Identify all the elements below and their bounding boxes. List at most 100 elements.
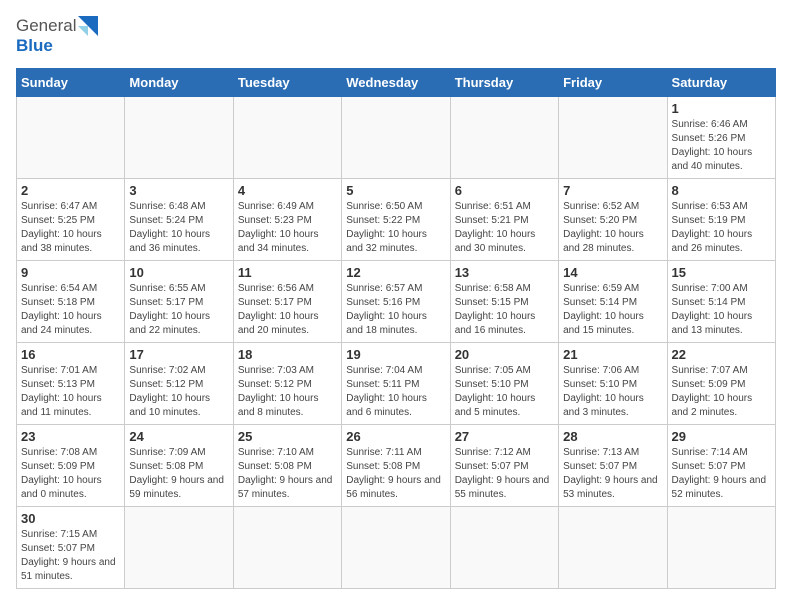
calendar-cell: 3 Sunrise: 6:48 AM Sunset: 5:24 PM Daylig… (125, 179, 233, 261)
cell-content: Sunrise: 7:04 AM Sunset: 5:11 PM Dayligh… (346, 364, 445, 420)
day-header-monday: Monday (125, 69, 233, 97)
calendar-cell: 2 Sunrise: 6:47 AM Sunset: 5:25 PM Daylig… (17, 179, 125, 261)
cell-content: Sunrise: 7:11 AM Sunset: 5:08 PM Dayligh… (346, 446, 445, 502)
day-number: 22 (672, 347, 771, 362)
calendar-cell (559, 97, 667, 179)
header: General Blue (16, 16, 776, 56)
calendar-cell: 26 Sunrise: 7:11 AM Sunset: 5:08 PM Dayli… (342, 425, 450, 507)
calendar-cell (450, 97, 558, 179)
week-row-2: 9 Sunrise: 6:54 AM Sunset: 5:18 PM Daylig… (17, 261, 776, 343)
cell-content: Sunrise: 6:59 AM Sunset: 5:14 PM Dayligh… (563, 282, 662, 338)
cell-content: Sunrise: 6:50 AM Sunset: 5:22 PM Dayligh… (346, 200, 445, 256)
calendar-cell: 22Sunrise: 7:07 AM Sunset: 5:09 PM Dayli… (667, 343, 775, 425)
calendar-cell: 13 Sunrise: 6:58 AM Sunset: 5:15 PM Dayli… (450, 261, 558, 343)
day-number: 4 (238, 183, 337, 198)
cell-content: Sunrise: 6:58 AM Sunset: 5:15 PM Dayligh… (455, 282, 554, 338)
calendar-cell (125, 507, 233, 589)
logo-general-text: General (16, 16, 76, 36)
calendar-cell: 27 Sunrise: 7:12 AM Sunset: 5:07 PM Dayli… (450, 425, 558, 507)
day-header-tuesday: Tuesday (233, 69, 341, 97)
calendar-cell: 18 Sunrise: 7:03 AM Sunset: 5:12 PM Dayli… (233, 343, 341, 425)
day-number: 2 (21, 183, 120, 198)
day-number: 12 (346, 265, 445, 280)
day-header-wednesday: Wednesday (342, 69, 450, 97)
calendar-cell: 19 Sunrise: 7:04 AM Sunset: 5:11 PM Dayli… (342, 343, 450, 425)
day-number: 19 (346, 347, 445, 362)
day-number: 9 (21, 265, 120, 280)
day-number: 23 (21, 429, 120, 444)
calendar-cell (559, 507, 667, 589)
calendar-cell: 1 Sunrise: 6:46 AM Sunset: 5:26 PM Daylig… (667, 97, 775, 179)
calendar-cell (450, 507, 558, 589)
day-number: 15 (672, 265, 771, 280)
day-number: 17 (129, 347, 228, 362)
cell-content: Sunrise: 7:06 AM Sunset: 5:10 PM Dayligh… (563, 364, 662, 420)
day-number: 10 (129, 265, 228, 280)
calendar-cell (17, 97, 125, 179)
day-number: 11 (238, 265, 337, 280)
day-number: 14 (563, 265, 662, 280)
day-number: 18 (238, 347, 337, 362)
day-header-sunday: Sunday (17, 69, 125, 97)
week-row-4: 23 Sunrise: 7:08 AM Sunset: 5:09 PM Dayli… (17, 425, 776, 507)
day-number: 20 (455, 347, 554, 362)
day-number: 21 (563, 347, 662, 362)
calendar-cell (667, 507, 775, 589)
cell-content: Sunrise: 6:55 AM Sunset: 5:17 PM Dayligh… (129, 282, 228, 338)
calendar-cell: 12 Sunrise: 6:57 AM Sunset: 5:16 PM Dayli… (342, 261, 450, 343)
day-header-thursday: Thursday (450, 69, 558, 97)
calendar-cell (233, 97, 341, 179)
logo-blue-text: Blue (16, 36, 53, 56)
day-number: 3 (129, 183, 228, 198)
page: General Blue SundayMondayTuesdayWednesda… (0, 0, 792, 605)
cell-content: Sunrise: 6:57 AM Sunset: 5:16 PM Dayligh… (346, 282, 445, 338)
logo-triangle-icon (78, 16, 98, 36)
calendar-cell: 14 Sunrise: 6:59 AM Sunset: 5:14 PM Dayli… (559, 261, 667, 343)
calendar-cell: 15 Sunrise: 7:00 AM Sunset: 5:14 PM Dayli… (667, 261, 775, 343)
calendar-cell: 5Sunrise: 6:50 AM Sunset: 5:22 PM Daylig… (342, 179, 450, 261)
calendar-cell (342, 507, 450, 589)
calendar-cell: 16Sunrise: 7:01 AM Sunset: 5:13 PM Dayli… (17, 343, 125, 425)
week-row-1: 2 Sunrise: 6:47 AM Sunset: 5:25 PM Daylig… (17, 179, 776, 261)
calendar-cell (342, 97, 450, 179)
cell-content: Sunrise: 7:00 AM Sunset: 5:14 PM Dayligh… (672, 282, 771, 338)
day-number: 28 (563, 429, 662, 444)
day-number: 13 (455, 265, 554, 280)
day-header-saturday: Saturday (667, 69, 775, 97)
calendar-cell: 20 Sunrise: 7:05 AM Sunset: 5:10 PM Dayli… (450, 343, 558, 425)
cell-content: Sunrise: 7:05 AM Sunset: 5:10 PM Dayligh… (455, 364, 554, 420)
day-number: 26 (346, 429, 445, 444)
week-row-5: 30Sunrise: 7:15 AM Sunset: 5:07 PM Dayli… (17, 507, 776, 589)
calendar-cell: 25 Sunrise: 7:10 AM Sunset: 5:08 PM Dayli… (233, 425, 341, 507)
calendar-cell: 23 Sunrise: 7:08 AM Sunset: 5:09 PM Dayli… (17, 425, 125, 507)
cell-content: Sunrise: 7:08 AM Sunset: 5:09 PM Dayligh… (21, 446, 120, 502)
day-number: 27 (455, 429, 554, 444)
day-number: 25 (238, 429, 337, 444)
cell-content: Sunrise: 7:14 AM Sunset: 5:07 PM Dayligh… (672, 446, 771, 502)
calendar-cell: 11 Sunrise: 6:56 AM Sunset: 5:17 PM Dayli… (233, 261, 341, 343)
day-number: 1 (672, 101, 771, 116)
cell-content: Sunrise: 7:02 AM Sunset: 5:12 PM Dayligh… (129, 364, 228, 420)
cell-content: Sunrise: 7:15 AM Sunset: 5:07 PM Dayligh… (21, 528, 120, 584)
cell-content: Sunrise: 7:03 AM Sunset: 5:12 PM Dayligh… (238, 364, 337, 420)
cell-content: Sunrise: 6:54 AM Sunset: 5:18 PM Dayligh… (21, 282, 120, 338)
day-header-friday: Friday (559, 69, 667, 97)
day-number: 6 (455, 183, 554, 198)
cell-content: Sunrise: 7:12 AM Sunset: 5:07 PM Dayligh… (455, 446, 554, 502)
cell-content: Sunrise: 6:53 AM Sunset: 5:19 PM Dayligh… (672, 200, 771, 256)
cell-content: Sunrise: 6:51 AM Sunset: 5:21 PM Dayligh… (455, 200, 554, 256)
cell-content: Sunrise: 6:56 AM Sunset: 5:17 PM Dayligh… (238, 282, 337, 338)
cell-content: Sunrise: 6:46 AM Sunset: 5:26 PM Dayligh… (672, 118, 771, 174)
logo: General Blue (16, 16, 98, 56)
calendar-cell: 30Sunrise: 7:15 AM Sunset: 5:07 PM Dayli… (17, 507, 125, 589)
calendar-cell: 7Sunrise: 6:52 AM Sunset: 5:20 PM Daylig… (559, 179, 667, 261)
calendar-cell (125, 97, 233, 179)
cell-content: Sunrise: 7:10 AM Sunset: 5:08 PM Dayligh… (238, 446, 337, 502)
day-number: 8 (672, 183, 771, 198)
cell-content: Sunrise: 6:47 AM Sunset: 5:25 PM Dayligh… (21, 200, 120, 256)
week-row-3: 16Sunrise: 7:01 AM Sunset: 5:13 PM Dayli… (17, 343, 776, 425)
calendar-cell: 6 Sunrise: 6:51 AM Sunset: 5:21 PM Daylig… (450, 179, 558, 261)
week-row-0: 1 Sunrise: 6:46 AM Sunset: 5:26 PM Daylig… (17, 97, 776, 179)
days-header-row: SundayMondayTuesdayWednesdayThursdayFrid… (17, 69, 776, 97)
cell-content: Sunrise: 6:48 AM Sunset: 5:24 PM Dayligh… (129, 200, 228, 256)
